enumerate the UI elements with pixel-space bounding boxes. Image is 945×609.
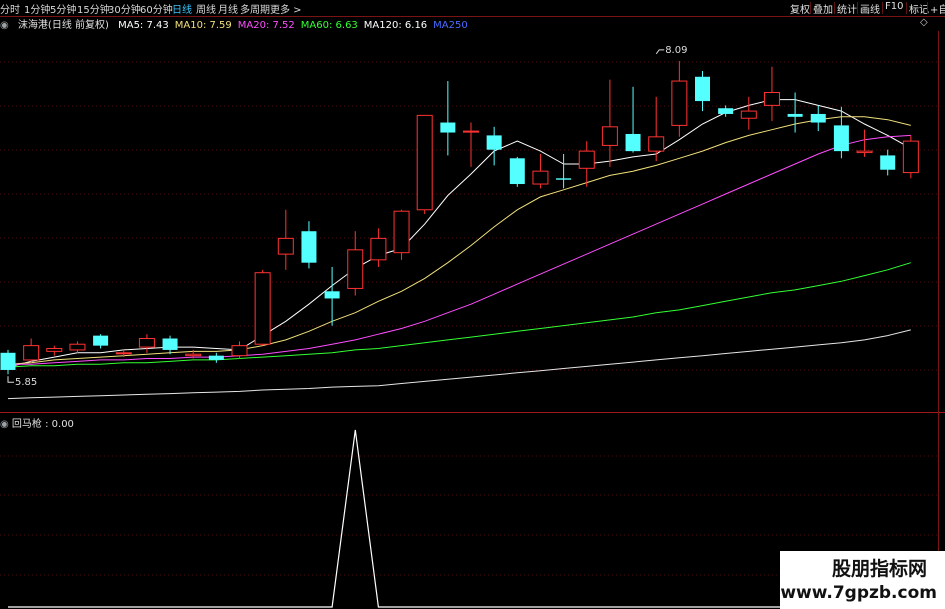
candle-body-30 xyxy=(695,76,710,102)
candle-body-0 xyxy=(0,352,16,370)
candle-body-28 xyxy=(648,136,665,152)
candle-body-2 xyxy=(46,348,63,352)
candle-body-20 xyxy=(463,130,479,133)
candle-body-1 xyxy=(23,345,40,361)
candlestick-chart[interactable]: 8.09 5.85 xyxy=(0,0,945,609)
candle-body-15 xyxy=(347,249,364,289)
candle-body-37 xyxy=(856,150,873,154)
candle-body-22 xyxy=(509,158,525,185)
candle-body-16 xyxy=(370,237,387,261)
ma-line-ma10 xyxy=(7,116,911,365)
ma-line-ma5 xyxy=(7,99,912,368)
candle-body-23 xyxy=(532,170,549,185)
watermark: 股朋指标网 www.7gpzb.com xyxy=(780,551,945,609)
candle-body-14 xyxy=(324,291,340,299)
candle-body-3 xyxy=(69,343,86,351)
candle-body-10 xyxy=(231,345,248,357)
candle-body-32 xyxy=(740,110,757,119)
candle-body-34 xyxy=(787,113,803,117)
candle-body-31 xyxy=(718,108,734,114)
candle-body-13 xyxy=(301,231,317,263)
candle-body-35 xyxy=(810,113,826,123)
candle-body-25 xyxy=(578,150,595,169)
candle-body-4 xyxy=(93,335,109,346)
candle-body-27 xyxy=(625,133,641,152)
candle-body-19 xyxy=(440,122,456,133)
candle-body-21 xyxy=(486,135,502,150)
candle-body-33 xyxy=(763,91,780,106)
indicator-line-0 xyxy=(8,429,911,608)
ma-line-ma20 xyxy=(8,134,911,365)
candle-body-18 xyxy=(416,114,433,211)
candle-body-38 xyxy=(880,155,896,170)
candle-body-7 xyxy=(162,338,178,350)
high-marker xyxy=(655,49,665,55)
candle-body-5 xyxy=(115,352,132,355)
candle-body-29 xyxy=(671,80,688,126)
low-label: 5.85 xyxy=(15,377,37,388)
watermark-url: www.7gpzb.com xyxy=(780,583,937,603)
candle-body-9 xyxy=(208,355,224,360)
candle-body-8 xyxy=(185,353,202,357)
low-marker xyxy=(7,376,14,383)
candle-body-11 xyxy=(254,272,271,345)
candle-body-24 xyxy=(556,178,572,180)
candle-body-12 xyxy=(277,237,294,255)
candle-body-26 xyxy=(601,126,618,146)
high-label: 8.09 xyxy=(665,45,687,56)
candle-body-39 xyxy=(902,140,919,174)
candle-body-17 xyxy=(393,210,410,254)
watermark-title: 股朋指标网 xyxy=(831,558,927,580)
candle-body-6 xyxy=(138,337,155,348)
ma-line-ma60 xyxy=(7,262,911,368)
candle-body-36 xyxy=(833,125,849,152)
